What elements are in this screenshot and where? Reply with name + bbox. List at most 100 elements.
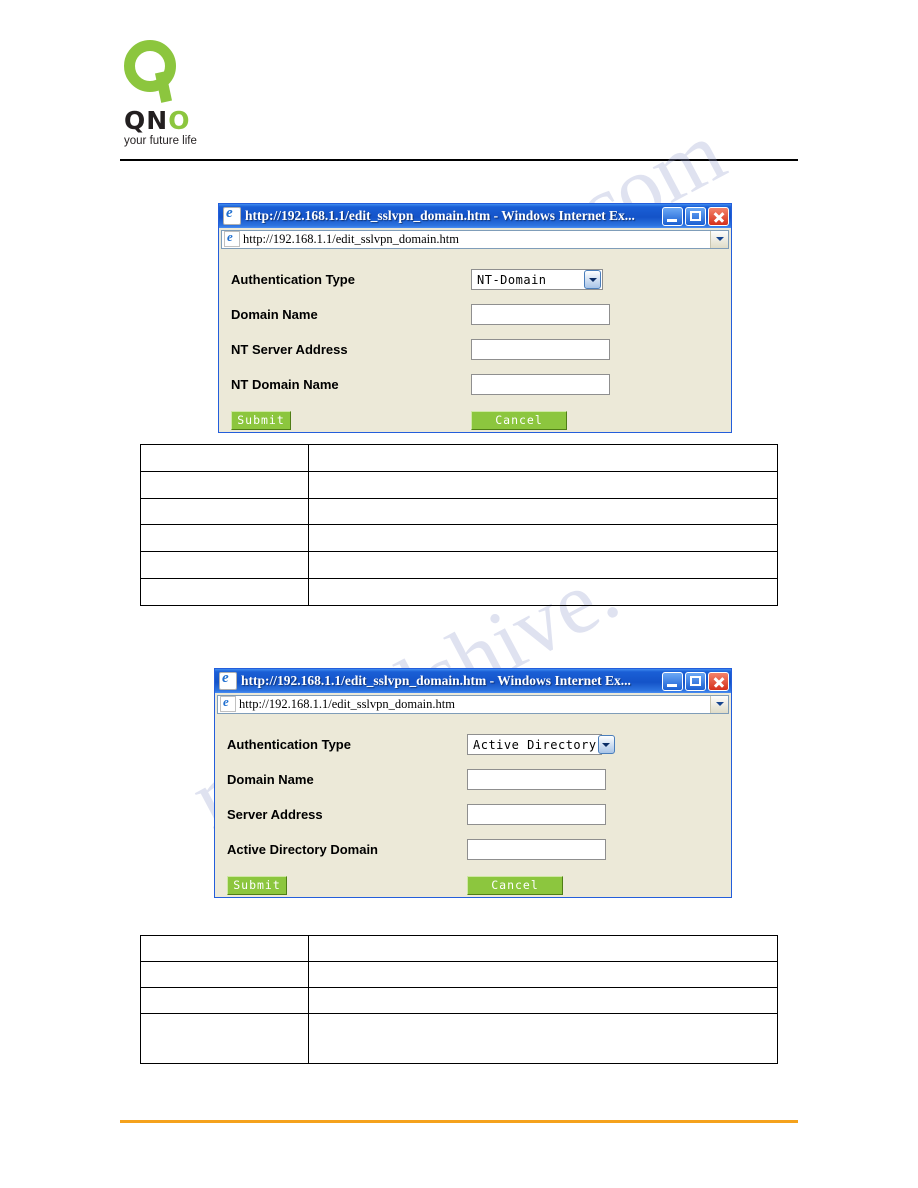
internet-explorer-icon <box>223 205 241 225</box>
table-cell-label <box>140 524 309 552</box>
table-row <box>140 987 778 1014</box>
label-server-address: Server Address <box>227 807 323 822</box>
form-row-auth-type: Authentication Type NT-Domain <box>231 269 709 290</box>
window1-titlebar[interactable]: http://192.168.1.1/edit_sslvpn_domain.ht… <box>219 204 731 228</box>
internet-explorer-icon <box>219 670 237 690</box>
address-dropdown-button[interactable] <box>710 695 728 713</box>
table-row <box>140 471 778 499</box>
label-domain-name: Domain Name <box>227 772 314 787</box>
label-nt-domain-name: NT Domain Name <box>231 377 339 392</box>
table-cell-value <box>308 524 778 552</box>
window2-content: Authentication Type Active Directory Dom… <box>215 715 731 897</box>
table-row <box>140 444 778 472</box>
table-row <box>140 578 778 606</box>
table-cell-label <box>140 444 309 472</box>
browser-window-nt-domain: http://192.168.1.1/edit_sslvpn_domain.ht… <box>218 203 732 433</box>
logo-tagline: your future life <box>124 135 197 147</box>
table-cell-value <box>308 471 778 499</box>
table-cell-label <box>140 1013 309 1064</box>
qno-logo: QNO your future life <box>120 40 240 147</box>
input-server-address[interactable] <box>467 804 606 825</box>
window2-address-bar: http://192.168.1.1/edit_sslvpn_domain.ht… <box>215 693 731 715</box>
form-row-nt-domain-name: NT Domain Name <box>231 374 709 395</box>
table-cell-label <box>140 498 309 525</box>
header-divider <box>120 159 798 161</box>
table-cell-value <box>308 444 778 472</box>
footer-divider <box>120 1120 798 1123</box>
table-cell-label <box>140 551 309 579</box>
form-row-auth-type: Authentication Type Active Directory <box>227 734 709 755</box>
label-authentication-type: Authentication Type <box>227 737 351 752</box>
input-domain-name[interactable] <box>467 769 606 790</box>
table-cell-value <box>308 935 778 962</box>
input-nt-domain-name[interactable] <box>471 374 610 395</box>
close-icon[interactable] <box>708 671 729 691</box>
logo-word-o: O <box>168 106 191 135</box>
form-row-nt-server-address: NT Server Address <box>231 339 709 360</box>
description-table-1 <box>140 444 778 606</box>
table-row <box>140 961 778 988</box>
form-row-active-directory-domain: Active Directory Domain <box>227 839 709 860</box>
page-icon <box>220 694 236 712</box>
browser-window-active-directory: http://192.168.1.1/edit_sslvpn_domain.ht… <box>214 668 732 898</box>
table-row <box>140 498 778 525</box>
submit-button[interactable]: Submit <box>227 876 287 895</box>
input-active-directory-domain[interactable] <box>467 839 606 860</box>
label-active-directory-domain: Active Directory Domain <box>227 842 378 857</box>
select-authentication-type[interactable]: NT-Domain <box>471 269 603 290</box>
select-authentication-type[interactable]: Active Directory <box>467 734 615 755</box>
maximize-icon[interactable] <box>685 671 706 691</box>
label-nt-server-address: NT Server Address <box>231 342 348 357</box>
table-cell-label <box>140 987 309 1014</box>
table-cell-label <box>140 471 309 499</box>
cancel-button[interactable]: Cancel <box>467 876 563 895</box>
address-input[interactable]: http://192.168.1.1/edit_sslvpn_domain.ht… <box>221 229 729 249</box>
form-row-domain-name: Domain Name <box>231 304 709 325</box>
window2-title: http://192.168.1.1/edit_sslvpn_domain.ht… <box>241 673 631 688</box>
label-domain-name: Domain Name <box>231 307 318 322</box>
chevron-down-icon[interactable] <box>584 270 601 289</box>
input-nt-server-address[interactable] <box>471 339 610 360</box>
table-row <box>140 935 778 962</box>
table-cell-value <box>308 578 778 606</box>
window2-controls <box>662 671 729 691</box>
input-domain-name[interactable] <box>471 304 610 325</box>
description-table-2 <box>140 935 778 1064</box>
window2-titlebar[interactable]: http://192.168.1.1/edit_sslvpn_domain.ht… <box>215 669 731 693</box>
form-row-server-address: Server Address <box>227 804 709 825</box>
window1-content: Authentication Type NT-Domain Domain Nam… <box>219 250 731 432</box>
table-cell-value <box>308 961 778 988</box>
minimize-icon[interactable] <box>662 671 683 691</box>
logo-wordmark: QNO <box>124 106 190 135</box>
logo-word-qn: QN <box>124 106 169 135</box>
address-dropdown-button[interactable] <box>710 230 728 248</box>
label-authentication-type: Authentication Type <box>231 272 355 287</box>
table-cell-value <box>308 987 778 1014</box>
page-icon <box>224 229 240 247</box>
chevron-down-icon[interactable] <box>597 735 615 754</box>
window1-address-bar: http://192.168.1.1/edit_sslvpn_domain.ht… <box>219 228 731 250</box>
table-row <box>140 524 778 552</box>
address-input[interactable]: http://192.168.1.1/edit_sslvpn_domain.ht… <box>217 694 729 714</box>
minimize-icon[interactable] <box>662 206 683 226</box>
table-row <box>140 551 778 579</box>
maximize-icon[interactable] <box>685 206 706 226</box>
select-authentication-type-value: NT-Domain <box>477 272 547 287</box>
window2-address-text: http://192.168.1.1/edit_sslvpn_domain.ht… <box>239 696 455 711</box>
window1-controls <box>662 206 729 226</box>
chevron-down-icon <box>715 237 724 241</box>
cancel-button[interactable]: Cancel <box>471 411 567 430</box>
window1-address-text: http://192.168.1.1/edit_sslvpn_domain.ht… <box>243 231 459 246</box>
form-row-domain-name: Domain Name <box>227 769 709 790</box>
submit-button[interactable]: Submit <box>231 411 291 430</box>
table-cell-value <box>308 1013 778 1064</box>
table-cell-value <box>308 498 778 525</box>
table-cell-label <box>140 578 309 606</box>
close-icon[interactable] <box>708 206 729 226</box>
logo-q-mark <box>124 40 188 104</box>
window1-title: http://192.168.1.1/edit_sslvpn_domain.ht… <box>245 208 635 223</box>
table-cell-value <box>308 551 778 579</box>
table-cell-label <box>140 961 309 988</box>
chevron-down-icon <box>715 702 724 706</box>
table-row <box>140 1013 778 1064</box>
